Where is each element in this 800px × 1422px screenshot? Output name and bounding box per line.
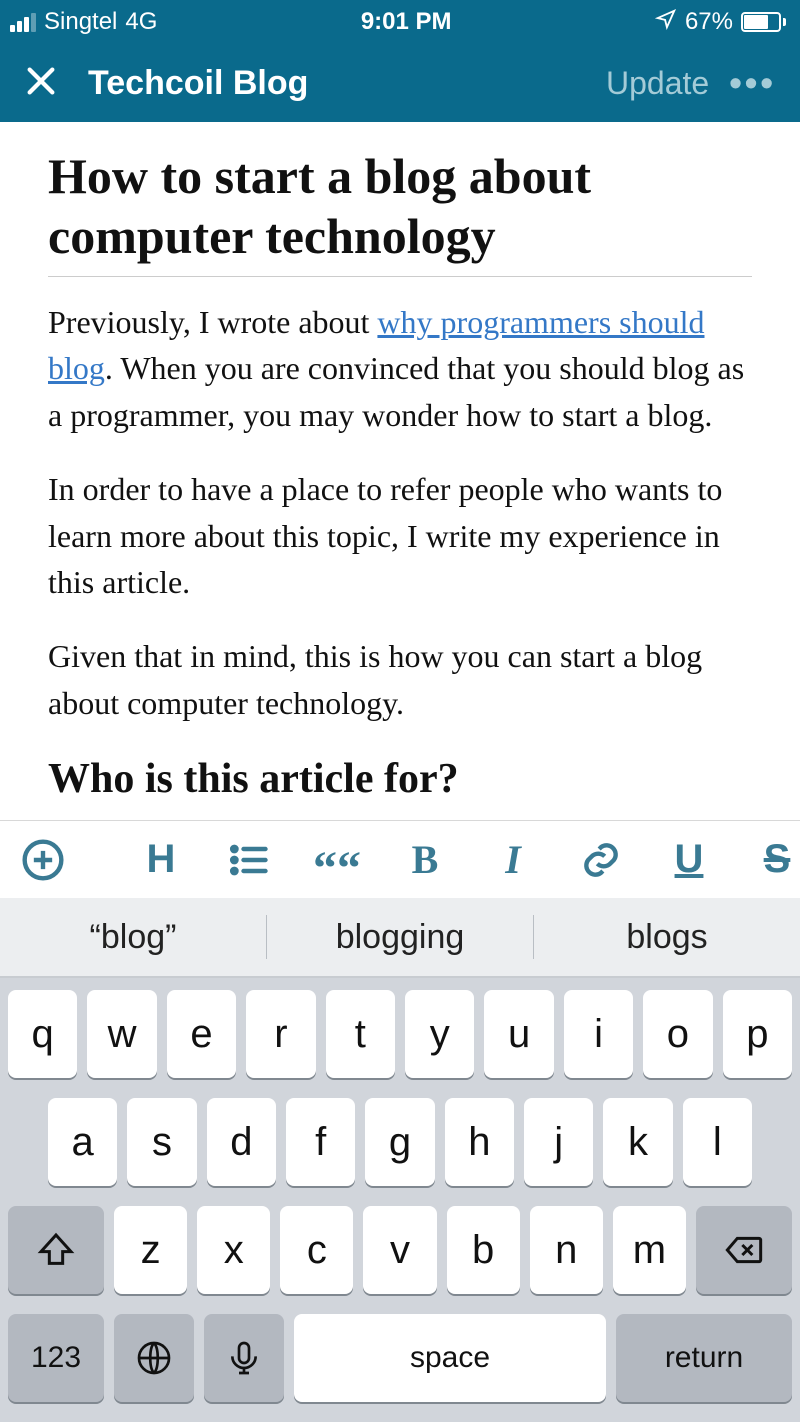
key-s[interactable]: s — [127, 1098, 196, 1186]
paragraph-3[interactable]: Given that in mind, this is how you can … — [48, 633, 752, 726]
key-h[interactable]: h — [445, 1098, 514, 1186]
key-row-3: z x c v b n m — [8, 1206, 792, 1294]
keyboard-suggestions: “blog” blogging blogs — [0, 898, 800, 978]
update-button[interactable]: Update — [606, 65, 709, 102]
battery-icon — [741, 12, 786, 32]
paragraph-1[interactable]: Previously, I wrote about why programmer… — [48, 299, 752, 438]
key-row-4: 123 space return — [8, 1314, 792, 1402]
suggestion-2[interactable]: blogging — [267, 918, 533, 957]
key-w[interactable]: w — [87, 990, 156, 1078]
italic-button[interactable]: I — [490, 836, 536, 883]
quote-button[interactable]: ““ — [314, 842, 360, 876]
title-divider — [48, 276, 752, 277]
key-q[interactable]: q — [8, 990, 77, 1078]
link-button[interactable] — [578, 838, 624, 882]
blog-title[interactable]: Techcoil Blog — [88, 64, 308, 103]
return-key[interactable]: return — [616, 1314, 792, 1402]
key-i[interactable]: i — [564, 990, 633, 1078]
status-right: 67% — [655, 8, 786, 37]
status-time: 9:01 PM — [361, 8, 452, 36]
key-n[interactable]: n — [530, 1206, 603, 1294]
key-p[interactable]: p — [723, 990, 792, 1078]
carrier-label: Singtel — [44, 8, 117, 36]
key-d[interactable]: d — [207, 1098, 276, 1186]
editor-content[interactable]: How to start a blog about computer techn… — [0, 122, 800, 805]
strikethrough-button[interactable]: S — [754, 837, 800, 882]
add-block-icon[interactable] — [20, 838, 66, 882]
key-b[interactable]: b — [447, 1206, 520, 1294]
key-z[interactable]: z — [114, 1206, 187, 1294]
paragraph-2[interactable]: In order to have a place to refer people… — [48, 466, 752, 605]
key-f[interactable]: f — [286, 1098, 355, 1186]
suggestion-3[interactable]: blogs — [534, 918, 800, 957]
key-e[interactable]: e — [167, 990, 236, 1078]
key-v[interactable]: v — [363, 1206, 436, 1294]
globe-key[interactable] — [114, 1314, 194, 1402]
network-label: 4G — [125, 8, 157, 36]
key-l[interactable]: l — [683, 1098, 752, 1186]
list-button[interactable] — [226, 838, 272, 882]
post-title[interactable]: How to start a blog about computer techn… — [48, 146, 752, 266]
key-row-1: q w e r t y u i o p — [8, 990, 792, 1078]
underline-button[interactable]: U — [666, 837, 712, 882]
signal-bars-icon — [10, 13, 36, 32]
key-o[interactable]: o — [643, 990, 712, 1078]
ios-keyboard: “blog” blogging blogs q w e r t y u i o … — [0, 898, 800, 1422]
key-u[interactable]: u — [484, 990, 553, 1078]
key-j[interactable]: j — [524, 1098, 593, 1186]
nav-bar: Techcoil Blog Update ••• — [0, 44, 800, 122]
status-left: Singtel 4G — [10, 8, 157, 36]
heading-button[interactable]: H — [138, 837, 184, 882]
key-a[interactable]: a — [48, 1098, 117, 1186]
space-key[interactable]: space — [294, 1314, 606, 1402]
shift-key[interactable] — [8, 1206, 104, 1294]
subheading-1[interactable]: Who is this article for? — [48, 754, 752, 804]
key-x[interactable]: x — [197, 1206, 270, 1294]
format-toolbar: H ““ B I U S — [0, 820, 800, 898]
key-k[interactable]: k — [603, 1098, 672, 1186]
key-r[interactable]: r — [246, 990, 315, 1078]
key-c[interactable]: c — [280, 1206, 353, 1294]
close-icon[interactable] — [24, 64, 58, 103]
location-icon — [655, 8, 677, 37]
bold-button[interactable]: B — [402, 836, 448, 883]
key-y[interactable]: y — [405, 990, 474, 1078]
key-m[interactable]: m — [613, 1206, 686, 1294]
key-g[interactable]: g — [365, 1098, 434, 1186]
suggestion-1[interactable]: “blog” — [0, 918, 266, 957]
status-bar: Singtel 4G 9:01 PM 67% — [0, 0, 800, 44]
battery-pct: 67% — [685, 8, 733, 36]
key-t[interactable]: t — [326, 990, 395, 1078]
backspace-key[interactable] — [696, 1206, 792, 1294]
dictation-key[interactable] — [204, 1314, 284, 1402]
numbers-key[interactable]: 123 — [8, 1314, 104, 1402]
key-row-2: a s d f g h j k l — [8, 1098, 792, 1186]
